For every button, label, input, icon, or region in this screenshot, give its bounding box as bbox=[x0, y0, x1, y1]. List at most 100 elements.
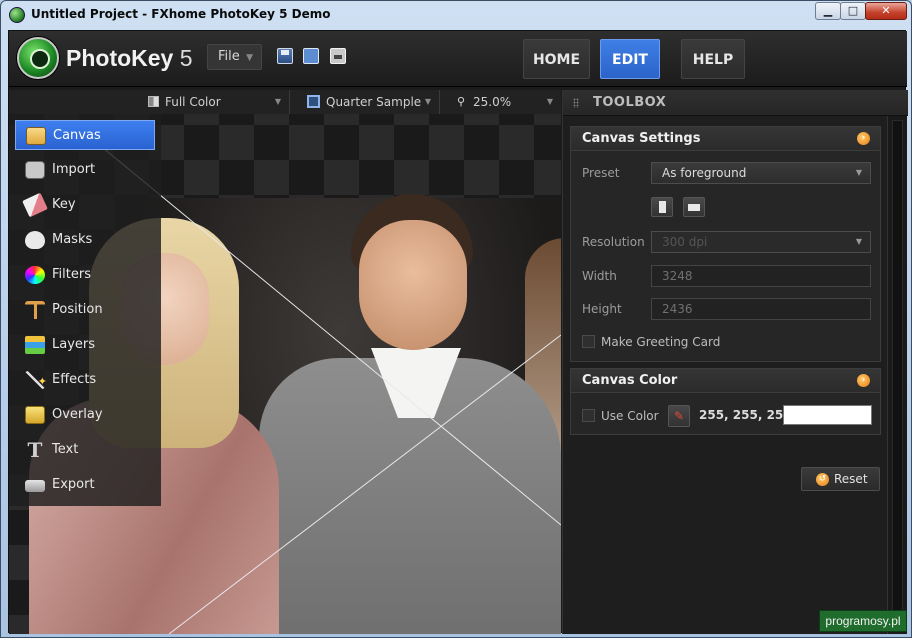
sidebar-item-import[interactable]: Import bbox=[15, 155, 155, 185]
landscape-icon bbox=[688, 204, 700, 211]
eyedropper-icon[interactable]: ✎ bbox=[668, 405, 690, 427]
resolution-select[interactable]: 300 dpi ▼ bbox=[651, 231, 871, 253]
sidebar-item-label: Effects bbox=[52, 372, 97, 387]
canvas-color-title: Canvas Color bbox=[582, 373, 678, 388]
layers-icon bbox=[25, 336, 45, 354]
toolbox-title: TOOLBOX bbox=[593, 95, 667, 110]
window-title: Untitled Project - FXhome PhotoKey 5 Dem… bbox=[31, 7, 331, 21]
sidebar-item-position[interactable]: Position bbox=[15, 295, 155, 325]
landscape-orientation-button[interactable] bbox=[683, 197, 705, 217]
photokey-logo-icon bbox=[17, 37, 59, 79]
nav-edit-button[interactable]: EDIT bbox=[600, 39, 660, 79]
grip-icon[interactable] bbox=[573, 98, 579, 108]
nav-help-button[interactable]: HELP bbox=[681, 39, 745, 79]
tool-sidebar: Canvas Import Key Masks Filters Position bbox=[9, 114, 161, 506]
toolbox-panel: TOOLBOX Canvas Settings › Preset As fore… bbox=[562, 90, 908, 634]
sidebar-item-overlay[interactable]: Overlay bbox=[15, 400, 155, 430]
sidebar-item-canvas[interactable]: Canvas bbox=[15, 120, 155, 150]
use-color-label: Use Color bbox=[601, 409, 659, 423]
canvas-color-header[interactable]: Canvas Color › bbox=[571, 369, 880, 393]
sidebar-item-masks[interactable]: Masks bbox=[15, 225, 155, 255]
chevron-down-icon: ▼ bbox=[546, 97, 553, 106]
file-menu-button[interactable]: File ▼ bbox=[207, 44, 262, 70]
sidebar-item-layers[interactable]: Layers bbox=[15, 330, 155, 360]
maximize-button[interactable]: □ bbox=[840, 2, 866, 20]
eraser-icon bbox=[22, 192, 48, 218]
title-bar[interactable]: Untitled Project - FXhome PhotoKey 5 Dem… bbox=[1, 1, 911, 29]
resolution-value: 300 dpi bbox=[662, 235, 708, 249]
width-input[interactable]: 3248 bbox=[651, 265, 871, 287]
app-body: PhotoKey 5 File ▼ HOME EDIT HELP Full Co… bbox=[8, 30, 908, 634]
greeting-card-checkbox[interactable] bbox=[582, 335, 595, 348]
text-icon: T bbox=[27, 438, 43, 462]
chevron-down-icon: ▼ bbox=[246, 53, 253, 63]
color-wheel-icon bbox=[25, 266, 45, 284]
save-icon[interactable] bbox=[277, 48, 293, 64]
top-bar: PhotoKey 5 File ▼ HOME EDIT HELP bbox=[9, 31, 907, 87]
sidebar-item-filters[interactable]: Filters bbox=[15, 260, 155, 290]
export-image-icon[interactable] bbox=[303, 48, 319, 64]
color-swatch[interactable] bbox=[783, 405, 872, 425]
print-icon[interactable] bbox=[330, 48, 346, 64]
height-value: 2436 bbox=[662, 302, 693, 316]
color-mode-dropdown[interactable]: Full Color ▼ bbox=[130, 90, 290, 114]
sample-dropdown[interactable]: Quarter Sample ▼ bbox=[290, 90, 440, 114]
export-icon bbox=[25, 480, 45, 492]
portrait-orientation-button[interactable] bbox=[651, 197, 673, 217]
minimize-button[interactable]: ▁ bbox=[815, 2, 841, 20]
sidebar-item-label: Overlay bbox=[52, 407, 103, 422]
watermark: programosy.pl bbox=[819, 610, 907, 632]
sidebar-item-effects[interactable]: Effects bbox=[15, 365, 155, 397]
logo-name: PhotoKey bbox=[66, 45, 174, 71]
toolbox-header[interactable]: TOOLBOX bbox=[563, 90, 908, 116]
height-label: Height bbox=[582, 302, 622, 316]
sample-value: Quarter Sample bbox=[326, 95, 422, 109]
canvas-settings-header[interactable]: Canvas Settings › bbox=[571, 127, 880, 151]
toolbox-scrollbar[interactable] bbox=[887, 116, 907, 634]
zoom-value: 25.0% bbox=[473, 95, 512, 109]
position-icon bbox=[25, 301, 45, 319]
sidebar-item-key[interactable]: Key bbox=[15, 190, 155, 220]
canvas-icon bbox=[26, 127, 46, 145]
chevron-down-icon: ▼ bbox=[855, 168, 862, 177]
sample-icon bbox=[307, 95, 320, 108]
nav-home-button[interactable]: HOME bbox=[523, 39, 590, 79]
app-logo-text: PhotoKey 5 bbox=[66, 45, 193, 72]
reset-label: Reset bbox=[834, 472, 868, 486]
sidebar-item-label: Layers bbox=[52, 337, 96, 352]
resolution-label: Resolution bbox=[582, 235, 645, 249]
file-menu-label: File bbox=[218, 49, 240, 64]
preset-select[interactable]: As foreground ▼ bbox=[651, 162, 871, 184]
preset-label: Preset bbox=[582, 166, 620, 180]
use-color-checkbox[interactable] bbox=[582, 409, 595, 422]
sidebar-item-export[interactable]: Export bbox=[15, 470, 155, 500]
sidebar-item-label: Export bbox=[52, 477, 95, 492]
sidebar-item-label: Filters bbox=[52, 267, 91, 282]
chevron-down-icon: ▼ bbox=[855, 237, 862, 246]
color-mode-icon bbox=[148, 96, 159, 107]
collapse-icon[interactable]: › bbox=[857, 374, 870, 387]
sidebar-item-label: Masks bbox=[52, 232, 93, 247]
canvas-color-panel: Canvas Color › Use Color ✎ 255, 255, 255 bbox=[570, 368, 881, 435]
height-input[interactable]: 2436 bbox=[651, 298, 871, 320]
preview-options-bar: Full Color ▼ Quarter Sample ▼ ⚲ 25.0% ▼ bbox=[130, 90, 561, 114]
preset-value: As foreground bbox=[662, 166, 747, 180]
sidebar-item-label: Text bbox=[52, 442, 79, 457]
close-button[interactable]: ✕ bbox=[865, 2, 907, 20]
sidebar-item-label: Position bbox=[52, 302, 103, 317]
sidebar-item-label: Canvas bbox=[53, 128, 101, 143]
canvas-settings-panel: Canvas Settings › Preset As foreground ▼… bbox=[570, 126, 881, 362]
scrollbar-track[interactable] bbox=[892, 120, 903, 625]
mask-icon bbox=[25, 231, 45, 249]
reset-button[interactable]: ↺ Reset bbox=[801, 467, 880, 491]
zoom-dropdown[interactable]: ⚲ 25.0% ▼ bbox=[440, 90, 561, 114]
canvas-settings-title: Canvas Settings bbox=[582, 131, 701, 146]
width-label: Width bbox=[582, 269, 617, 283]
collapse-icon[interactable]: › bbox=[857, 132, 870, 145]
greeting-card-label: Make Greeting Card bbox=[601, 335, 721, 349]
sidebar-item-text[interactable]: T Text bbox=[15, 435, 155, 465]
chevron-down-icon: ▼ bbox=[424, 97, 431, 106]
overlay-icon bbox=[25, 406, 45, 424]
magic-wand-icon bbox=[25, 367, 47, 397]
rgb-value: 255, 255, 255 bbox=[699, 408, 792, 422]
